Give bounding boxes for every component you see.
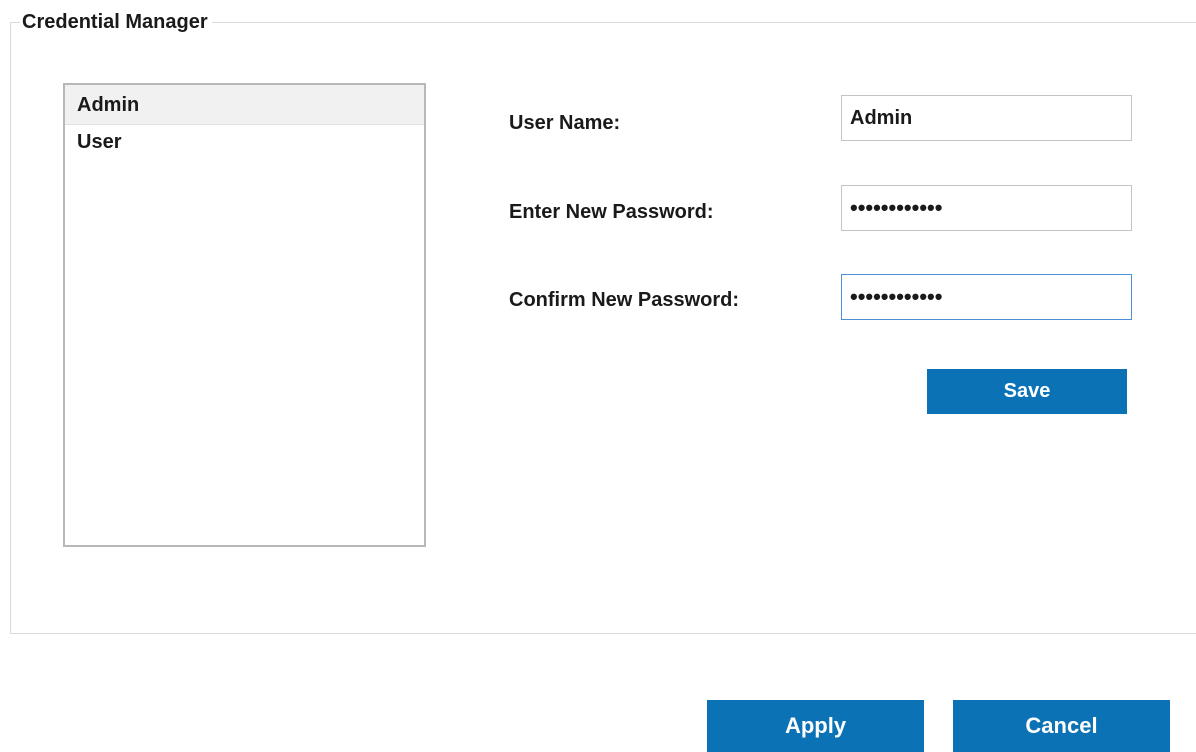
apply-button[interactable]: Apply <box>707 700 924 752</box>
save-button[interactable]: Save <box>927 369 1127 414</box>
new-password-field[interactable] <box>841 185 1132 231</box>
cancel-button[interactable]: Cancel <box>953 700 1170 752</box>
new-password-label: Enter New Password: <box>509 201 714 223</box>
list-item-admin[interactable]: Admin <box>65 85 424 125</box>
list-item-user[interactable]: User <box>65 125 424 163</box>
confirm-password-field[interactable] <box>841 274 1132 320</box>
username-label: User Name: <box>509 112 621 134</box>
username-field[interactable] <box>841 95 1132 141</box>
user-list[interactable]: Admin User <box>63 83 426 547</box>
confirm-password-label: Confirm New Password: <box>509 289 740 311</box>
group-title: Credential Manager <box>20 10 212 34</box>
